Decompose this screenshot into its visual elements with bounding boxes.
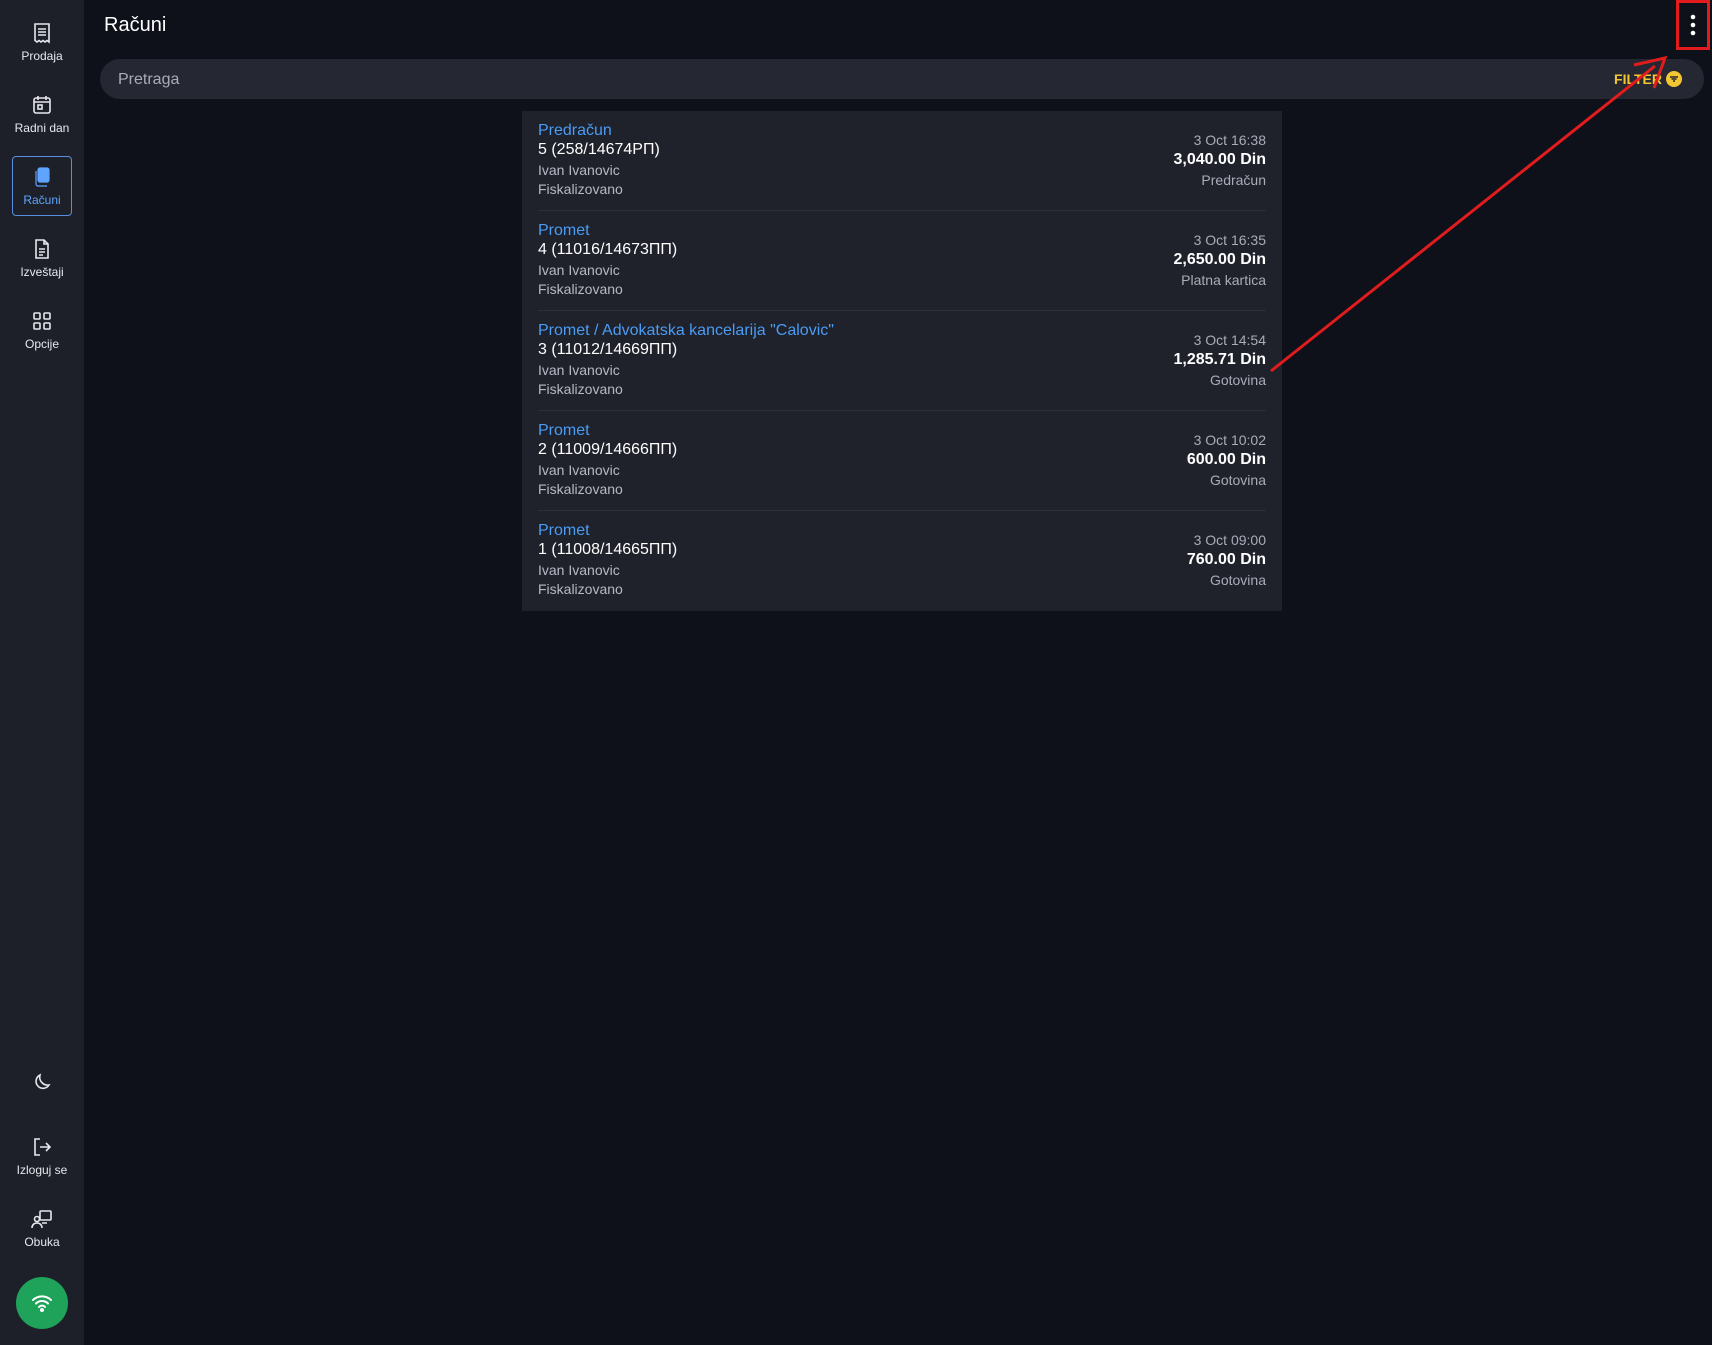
receipt-user: Ivan Ivanovic	[538, 462, 620, 478]
receipt-status: Fiskalizovano	[538, 481, 623, 497]
sidebar-item-label: Izveštaji	[20, 265, 64, 279]
receipt-amount: 3,040.00 Din	[1173, 151, 1267, 168]
receipt-payment-method: Predračun	[1201, 172, 1266, 188]
receipt-user: Ivan Ivanovic	[538, 262, 620, 278]
calendar-icon	[33, 96, 51, 114]
sidebar-item-prodaja[interactable]: Prodaja	[12, 12, 72, 72]
receipt-date: 3 Oct 14:54	[1193, 332, 1266, 348]
sidebar: Prodaja Radni dan Računi Izveštaji Opcij…	[0, 0, 84, 1345]
receipt-number: 5 (258/14674РП)	[538, 141, 660, 158]
search-input[interactable]	[116, 59, 1500, 101]
receipt-row[interactable]: Promet 4 (11016/14673ПП) Ivan Ivanovic F…	[538, 211, 1266, 311]
training-button[interactable]: Obuka	[12, 1198, 72, 1258]
sidebar-item-label: Obuka	[24, 1235, 60, 1249]
receipt-payment-method: Gotovina	[1209, 572, 1266, 588]
receipt-icon	[34, 23, 50, 44]
receipt-payment-method: Gotovina	[1209, 472, 1266, 488]
receipt-date: 3 Oct 09:00	[1193, 532, 1266, 548]
report-icon	[35, 239, 49, 259]
receipt-payment-method: Gotovina	[1209, 372, 1266, 388]
receipt-user: Ivan Ivanovic	[538, 362, 620, 378]
receipt-row[interactable]: Promet / Advokatska kancelarija "Calovic…	[538, 311, 1266, 411]
connection-status-button[interactable]	[16, 1277, 68, 1329]
sidebar-item-izvestaji[interactable]: Izveštaji	[12, 228, 72, 288]
receipt-user: Ivan Ivanovic	[538, 562, 620, 578]
logout-button[interactable]: Izloguj se	[12, 1126, 72, 1186]
receipt-type: Promet / Advokatska kancelarija "Calovic…	[538, 322, 834, 339]
search-bar: FILTER	[100, 59, 1704, 101]
receipt-number: 1 (11008/14665ПП)	[538, 541, 678, 558]
receipt-type: Promet	[538, 522, 590, 539]
receipt-type: Promet	[538, 422, 590, 439]
sidebar-item-label: Prodaja	[21, 49, 63, 63]
receipt-type: Predračun	[538, 122, 612, 139]
receipt-amount: 760.00 Din	[1186, 551, 1266, 568]
receipt-type: Promet	[538, 222, 590, 239]
sidebar-item-label: Opcije	[24, 337, 59, 351]
receipt-row[interactable]: Promet 2 (11009/14666ПП) Ivan Ivanovic F…	[538, 411, 1266, 511]
receipt-payment-method: Platna kartica	[1181, 272, 1266, 288]
logout-icon	[34, 1138, 52, 1156]
sidebar-item-label: Radni dan	[14, 121, 70, 135]
more-vertical-icon	[1690, 14, 1696, 36]
receipt-amount: 2,650.00 Din	[1173, 251, 1267, 268]
more-options-button[interactable]	[1676, 0, 1710, 50]
page-title: Računi	[104, 14, 167, 36]
receipt-status: Fiskalizovano	[538, 581, 623, 597]
receipt-number: 3 (11012/14669ПП)	[538, 341, 678, 358]
theme-toggle-button[interactable]	[12, 1054, 72, 1114]
filter-icon	[1666, 71, 1682, 87]
receipt-date: 3 Oct 16:35	[1193, 232, 1266, 248]
receipt-amount: 600.00 Din	[1186, 451, 1266, 468]
sidebar-item-opcije[interactable]: Opcije	[12, 300, 72, 360]
receipt-status: Fiskalizovano	[538, 381, 623, 397]
receipt-date: 3 Oct 16:38	[1193, 132, 1266, 148]
receipt-amount: 1,285.71 Din	[1173, 351, 1267, 368]
receipt-status: Fiskalizovano	[538, 181, 623, 197]
receipt-row[interactable]: Predračun 5 (258/14674РП) Ivan Ivanovic …	[538, 111, 1266, 211]
receipt-number: 4 (11016/14673ПП)	[538, 241, 678, 258]
sidebar-item-label: Izloguj se	[16, 1163, 68, 1177]
receipt-date: 3 Oct 10:02	[1193, 432, 1266, 448]
training-icon	[31, 1210, 52, 1229]
sidebar-item-racuni[interactable]: Računi	[12, 156, 72, 216]
receipt-row[interactable]: Promet 1 (11008/14665ПП) Ivan Ivanovic F…	[538, 511, 1266, 611]
wifi-icon	[32, 1295, 52, 1312]
filter-button[interactable]: FILTER	[1614, 59, 1682, 99]
sidebar-item-label: Računi	[23, 193, 61, 207]
receipt-number: 2 (11009/14666ПП)	[538, 441, 678, 458]
documents-icon	[35, 167, 50, 187]
receipt-status: Fiskalizovano	[538, 281, 623, 297]
sidebar-item-radni-dan[interactable]: Radni dan	[12, 84, 72, 144]
moon-icon	[35, 1073, 51, 1090]
receipt-user: Ivan Ivanovic	[538, 162, 620, 178]
filter-label: FILTER	[1614, 71, 1662, 87]
receipt-list: Predračun 5 (258/14674РП) Ivan Ivanovic …	[522, 111, 1282, 611]
grid-icon	[33, 312, 51, 330]
